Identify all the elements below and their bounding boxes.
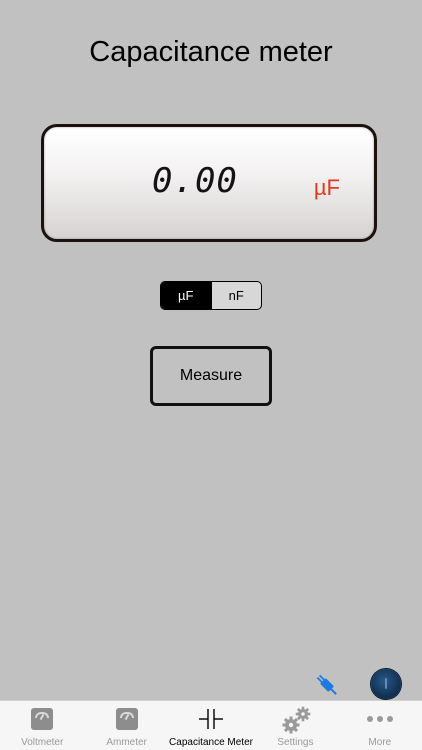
plug-icon[interactable] <box>312 670 342 700</box>
tab-label: Settings <box>277 737 314 748</box>
tab-label: Voltmeter <box>21 737 64 748</box>
meter-icon <box>114 706 140 732</box>
unit-option-nf[interactable]: nF <box>210 282 262 309</box>
tab-more[interactable]: More <box>338 701 422 750</box>
unit-option-uf[interactable]: µF <box>161 282 211 309</box>
tab-label: More <box>368 737 392 748</box>
tab-settings[interactable]: Settings <box>253 701 337 750</box>
meter-icon <box>29 706 55 732</box>
reading-unit: µF <box>313 175 340 200</box>
power-icon[interactable] <box>371 669 401 699</box>
gears-icon <box>282 706 311 734</box>
tab-voltmeter[interactable]: Voltmeter <box>0 701 84 750</box>
tab-capacitance-meter[interactable]: Capacitance Meter <box>169 701 253 750</box>
more-dots-icon <box>366 706 393 732</box>
page-title: Capacitance meter <box>89 36 333 68</box>
tab-bar: Voltmeter Ammeter Capacitance Meter Sett… <box>0 700 422 750</box>
tab-label: Ammeter <box>106 737 147 748</box>
tab-label: Capacitance Meter <box>169 737 253 748</box>
reading-value: 0.00 <box>152 161 238 201</box>
measure-button[interactable]: Measure <box>150 346 272 406</box>
tab-ammeter[interactable]: Ammeter <box>84 701 168 750</box>
meter-display: 0.00 µF <box>41 124 377 242</box>
capacitor-icon <box>198 706 224 732</box>
unit-selector: µF nF <box>160 281 262 310</box>
